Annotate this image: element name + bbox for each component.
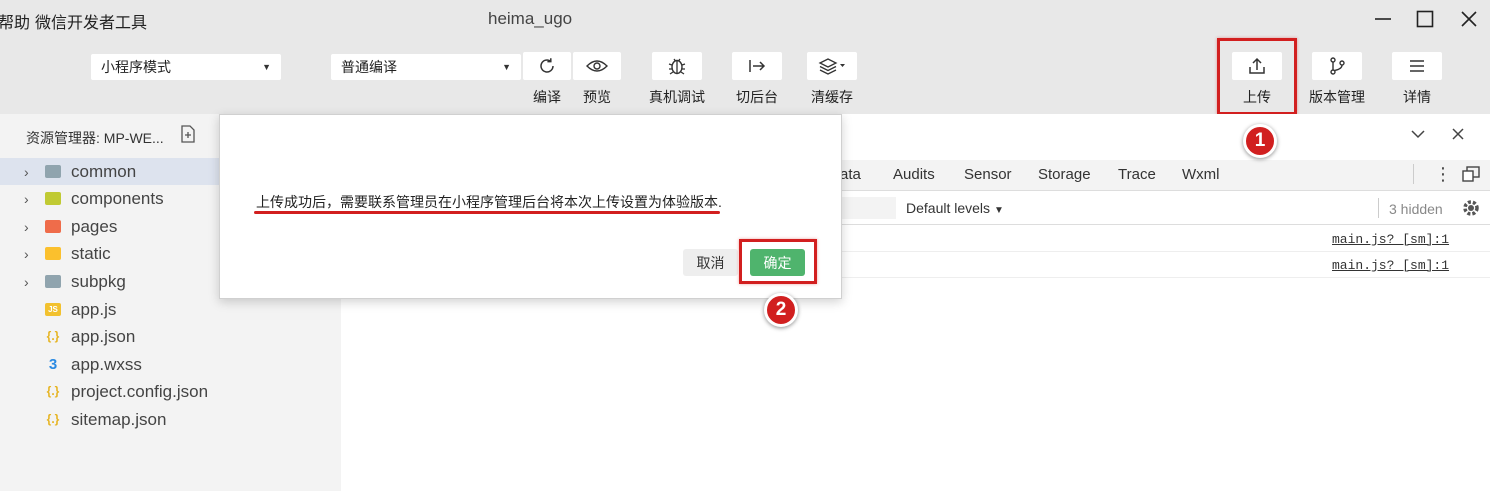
tab-sensor[interactable]: Sensor xyxy=(964,166,1012,183)
tree-item-label: static xyxy=(71,243,111,263)
file-item[interactable]: {.} sitemap.json xyxy=(0,406,341,433)
filter-input[interactable] xyxy=(841,197,896,219)
compile-mode-value: 普通编译 xyxy=(341,59,397,75)
folder-icon xyxy=(45,220,61,233)
close-icon xyxy=(1461,11,1477,27)
details-label: 详情 xyxy=(1403,89,1431,105)
maximize-icon xyxy=(1416,10,1434,28)
dialog-message: 上传成功后，需要联系管理员在小程序管理后台将本次上传设置为体验版本. xyxy=(256,194,722,210)
message-underline-annotation xyxy=(254,211,720,214)
menu-icon xyxy=(1410,60,1424,72)
close-panel-icon[interactable] xyxy=(1450,126,1466,147)
log-levels-label: Default levels xyxy=(906,200,991,216)
json-file-icon: {.} xyxy=(46,412,60,426)
caret-down-icon: ▼ xyxy=(262,62,271,72)
chevron-right-icon: › xyxy=(24,218,29,235)
chevron-down-icon[interactable] xyxy=(1410,126,1426,147)
compile-label: 编译 xyxy=(533,89,561,105)
preview-button[interactable] xyxy=(573,52,621,80)
tree-item-label: subpkg xyxy=(71,271,126,291)
cancel-button[interactable]: 取消 xyxy=(683,249,738,276)
file-item[interactable]: JS app.js xyxy=(0,296,341,323)
folder-icon xyxy=(45,165,61,178)
mode-select[interactable]: 小程序模式 ▼ xyxy=(91,54,281,80)
branch-icon xyxy=(1330,57,1345,75)
json-file-icon: {.} xyxy=(46,329,60,343)
menu-help[interactable]: 帮助 xyxy=(0,9,30,33)
clear-cache-button[interactable] xyxy=(807,52,857,80)
caret-down-icon: ▼ xyxy=(993,205,1004,216)
caret-down-icon: ▼ xyxy=(502,62,511,72)
window-title: heima_ugo xyxy=(488,9,573,28)
css-file-icon: 3 xyxy=(48,356,58,373)
refresh-icon xyxy=(540,58,554,73)
confirm-highlight-box xyxy=(739,239,817,284)
tab-storage[interactable]: Storage xyxy=(1038,166,1091,183)
js-file-icon: JS xyxy=(45,303,61,316)
log-levels-dropdown[interactable]: Default levels ▼ xyxy=(906,200,1004,216)
divider xyxy=(1413,164,1414,184)
tree-item-label: pages xyxy=(71,216,118,236)
step-1-badge: 1 xyxy=(1243,124,1277,158)
tree-item-label: components xyxy=(71,188,164,208)
tab-wxml[interactable]: Wxml xyxy=(1182,166,1220,183)
tab-appdata[interactable]: ata xyxy=(840,166,861,183)
devtools-header xyxy=(841,114,1490,160)
mode-select-value: 小程序模式 xyxy=(101,59,171,75)
log-source-link[interactable]: main.js? [sm]:1 xyxy=(1332,232,1449,247)
clear-cache-label: 清缓存 xyxy=(811,89,853,105)
chevron-right-icon: › xyxy=(24,190,29,207)
minimize-icon xyxy=(1375,18,1391,20)
tree-item-label: common xyxy=(71,161,137,181)
json-file-icon: {.} xyxy=(46,384,60,398)
file-item[interactable]: {.} app.json xyxy=(0,323,341,350)
close-window-button[interactable] xyxy=(1452,4,1486,34)
folder-icon xyxy=(45,275,61,288)
step-2-badge: 2 xyxy=(764,293,798,327)
switch-background-label: 切后台 xyxy=(736,89,778,105)
compile-button[interactable] xyxy=(523,52,571,80)
chevron-right-icon: › xyxy=(24,163,29,180)
more-vertical-icon[interactable]: ⋮ xyxy=(1434,164,1452,185)
log-source-link[interactable]: main.js? [sm]:1 xyxy=(1332,258,1449,273)
preview-label: 预览 xyxy=(583,89,611,105)
tab-audits[interactable]: Audits xyxy=(893,166,935,183)
compile-mode-select[interactable]: 普通编译 ▼ xyxy=(331,54,521,80)
eye-icon xyxy=(586,60,608,72)
maximize-button[interactable] xyxy=(1408,4,1442,34)
new-file-icon[interactable] xyxy=(180,125,196,148)
dock-icon[interactable] xyxy=(1462,166,1480,187)
tree-item-label: app.js xyxy=(71,299,117,319)
tree-item-label: app.wxss xyxy=(71,354,142,374)
tree-item-label: app.json xyxy=(71,326,136,346)
tree-item-label: sitemap.json xyxy=(71,409,167,429)
hidden-count: 3 hidden xyxy=(1389,201,1443,217)
folder-icon xyxy=(45,192,61,205)
divider xyxy=(1378,198,1379,218)
tab-trace[interactable]: Trace xyxy=(1118,166,1156,183)
details-button[interactable] xyxy=(1392,52,1442,80)
chevron-right-icon: › xyxy=(24,273,29,290)
upload-highlight-box xyxy=(1217,38,1297,115)
tree-item-label: project.config.json xyxy=(71,381,209,401)
device-debug-button[interactable] xyxy=(652,52,702,80)
chevron-right-icon: › xyxy=(24,245,29,262)
version-management-button[interactable] xyxy=(1312,52,1362,80)
settings-gear-icon[interactable] xyxy=(1461,198,1481,223)
exit-arrow-icon xyxy=(749,60,766,72)
bug-icon xyxy=(668,58,686,75)
version-management-label: 版本管理 xyxy=(1309,89,1365,105)
file-item[interactable]: 3 app.wxss xyxy=(0,351,341,378)
file-item[interactable]: {.} project.config.json xyxy=(0,378,341,405)
layers-icon xyxy=(818,58,845,75)
folder-icon xyxy=(45,247,61,260)
explorer-title: 资源管理器: MP-WE... xyxy=(26,130,164,146)
menu-devtools[interactable]: 微信开发者工具 xyxy=(35,9,147,33)
switch-background-button[interactable] xyxy=(732,52,782,80)
minimize-button[interactable] xyxy=(1366,4,1400,34)
device-debug-label: 真机调试 xyxy=(649,89,705,105)
